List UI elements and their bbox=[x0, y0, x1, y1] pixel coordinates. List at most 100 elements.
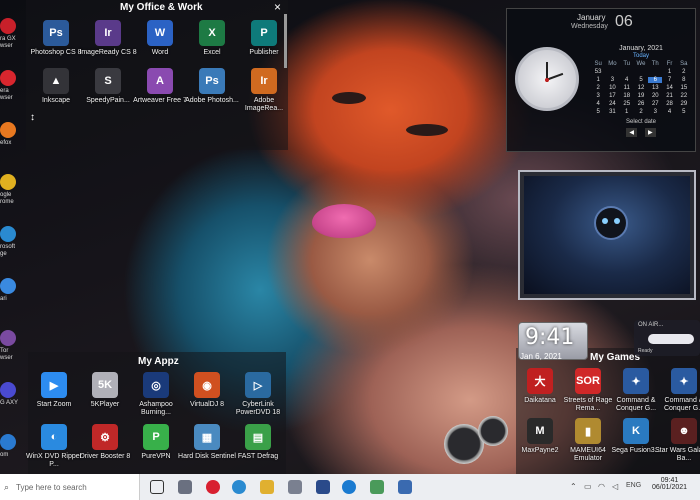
calendar-gadget: January Wednesday 06 January, 2021 Today… bbox=[506, 8, 696, 152]
taskbar-clock[interactable]: 09:41 06/01/2021 bbox=[652, 477, 687, 491]
office-app-0[interactable]: Ps Photoshop CS 8 bbox=[26, 20, 86, 57]
calendar-day-cell[interactable]: 15 bbox=[677, 85, 691, 91]
opera-icon[interactable] bbox=[206, 480, 220, 494]
calendar-day-cell[interactable] bbox=[620, 69, 634, 75]
task-view-icon[interactable] bbox=[150, 480, 164, 494]
calendar-day-cell[interactable]: 21 bbox=[662, 93, 676, 99]
photos-icon[interactable] bbox=[398, 480, 412, 494]
calendar-day-cell[interactable]: 1 bbox=[662, 69, 676, 75]
calendar-day-cell[interactable]: 4 bbox=[591, 101, 605, 107]
calendar-day-cell[interactable]: 31 bbox=[605, 109, 619, 115]
left-app-2[interactable]: efox bbox=[0, 122, 20, 147]
calendar-day-cell[interactable]: 14 bbox=[662, 85, 676, 91]
calendar-day-cell[interactable]: 5 bbox=[677, 109, 691, 115]
calendar-day-cell[interactable]: 4 bbox=[620, 77, 634, 83]
taskbar-app-icon[interactable] bbox=[178, 480, 192, 494]
left-app-0[interactable]: ra GX wser bbox=[0, 18, 20, 50]
calendar-day-cell[interactable]: 26 bbox=[634, 101, 648, 107]
calendar-day-cell[interactable]: 25 bbox=[620, 101, 634, 107]
office-app-0-label: Photoshop CS 8 bbox=[30, 49, 82, 56]
calendar-day-cell[interactable]: 13 bbox=[648, 85, 662, 91]
left-app-1[interactable]: era wser bbox=[0, 70, 20, 102]
edge-icon[interactable] bbox=[232, 480, 246, 494]
calendar-day-cell[interactable]: 8 bbox=[677, 77, 691, 83]
office-app-7[interactable]: A Artweaver Free 7 bbox=[130, 68, 190, 105]
left-app-4[interactable]: rosoft ge bbox=[0, 226, 20, 258]
office-app-9[interactable]: Ir Adobe ImageRea... bbox=[234, 68, 294, 113]
game-1-icon: SOR bbox=[575, 368, 601, 394]
calendar-day-cell[interactable]: 4 bbox=[662, 109, 676, 115]
volume-icon[interactable]: ◁ bbox=[612, 482, 618, 491]
select-date-label: Select date bbox=[625, 119, 657, 125]
settings-icon[interactable] bbox=[316, 480, 330, 494]
office-app-4[interactable]: P Publisher bbox=[234, 20, 294, 57]
calendar-day-cell[interactable] bbox=[634, 69, 648, 75]
calendar-day-cell[interactable]: 18 bbox=[620, 93, 634, 99]
language-icon[interactable]: ENG bbox=[626, 482, 641, 489]
file-explorer-icon[interactable] bbox=[260, 480, 274, 494]
calendar-day-cell[interactable]: 27 bbox=[648, 101, 662, 107]
resize-icon[interactable]: ↕ bbox=[30, 112, 35, 123]
calendar-day-cell[interactable]: 3 bbox=[648, 109, 662, 115]
left-app-3-label: ogle rome bbox=[0, 192, 14, 205]
left-app-7-icon bbox=[0, 382, 16, 398]
office-app-1[interactable]: Ir ImageReady CS 8 bbox=[78, 20, 138, 57]
wifi-icon[interactable]: ◠ bbox=[598, 482, 605, 491]
calendar-day-cell[interactable]: 19 bbox=[634, 93, 648, 99]
office-app-7-icon: A bbox=[147, 68, 173, 94]
calendar-day-cell[interactable]: 10 bbox=[605, 85, 619, 91]
calendar-day-cell[interactable]: 24 bbox=[605, 101, 619, 107]
office-app-6[interactable]: S SpeedyPain... bbox=[78, 68, 138, 105]
calendar-weekday-header: Th bbox=[651, 61, 659, 67]
calendar-day-cell[interactable]: 22 bbox=[677, 93, 691, 99]
calendar-day-cell[interactable] bbox=[605, 69, 619, 75]
calendar-day-cell[interactable]: 17 bbox=[605, 93, 619, 99]
left-app-3[interactable]: ogle rome bbox=[0, 174, 20, 206]
next-month-button[interactable]: ▶ bbox=[645, 128, 656, 137]
close-icon[interactable]: × bbox=[274, 0, 281, 14]
left-app-8[interactable]: om bbox=[0, 434, 20, 459]
left-app-5[interactable]: ari bbox=[0, 278, 20, 303]
calendar-day-cell[interactable]: 29 bbox=[677, 101, 691, 107]
office-app-3[interactable]: X Excel bbox=[182, 20, 242, 57]
calendar-day-cell[interactable]: 1 bbox=[620, 109, 634, 115]
network-icon[interactable] bbox=[342, 480, 356, 494]
battery-icon[interactable]: ▭ bbox=[584, 482, 592, 491]
left-app-7[interactable]: G AXY bbox=[0, 382, 20, 407]
appz-app-0-icon: ▶ bbox=[41, 372, 67, 398]
left-app-0-icon bbox=[0, 18, 16, 34]
wallpaper-lips bbox=[312, 204, 376, 238]
appz-app-9[interactable]: ▤ FAST Defrag bbox=[228, 424, 288, 461]
calendar-day-cell[interactable]: 20 bbox=[648, 93, 662, 99]
calendar-day-cell[interactable]: 2 bbox=[677, 69, 691, 75]
calendar-day-cell[interactable]: 7 bbox=[662, 77, 676, 83]
office-app-2[interactable]: W Word bbox=[130, 20, 190, 57]
office-app-5[interactable]: ▲ Inkscape bbox=[26, 68, 86, 105]
calendar-day-cell[interactable]: 53 bbox=[591, 69, 605, 75]
calendar-day-cell[interactable] bbox=[648, 69, 662, 75]
tray-up-icon[interactable]: ⌃ bbox=[570, 482, 577, 491]
calendar-day-cell[interactable]: 6 bbox=[648, 77, 663, 83]
left-app-6[interactable]: Tor wser bbox=[0, 330, 20, 362]
office-app-8[interactable]: Ps Adobe Photosh... bbox=[182, 68, 242, 105]
today-link[interactable]: Today bbox=[591, 53, 691, 59]
calendar-day-cell[interactable]: 2 bbox=[591, 85, 605, 91]
calendar-day-cell[interactable]: 3 bbox=[591, 93, 605, 99]
store-icon[interactable] bbox=[288, 480, 302, 494]
calendar-day-cell[interactable]: 2 bbox=[634, 109, 648, 115]
calendar-day-cell[interactable]: 28 bbox=[662, 101, 676, 107]
prev-month-button[interactable]: ◀ bbox=[626, 128, 637, 137]
calendar-day-cell[interactable]: 11 bbox=[620, 85, 634, 91]
calendar-day-cell[interactable]: 5 bbox=[634, 77, 648, 83]
search-box[interactable]: ⌕ Type here to search bbox=[0, 474, 140, 500]
game-7[interactable]: ☻ Star Wars Galactic Ba... bbox=[654, 418, 700, 463]
photo-frame-gadget[interactable] bbox=[518, 170, 696, 300]
calendar-day-cell[interactable]: 1 bbox=[591, 77, 605, 83]
calendar-day-cell[interactable]: 12 bbox=[634, 85, 648, 91]
mail-icon[interactable] bbox=[370, 480, 384, 494]
calendar-day-cell[interactable]: 3 bbox=[605, 77, 619, 83]
on-air-gadget[interactable]: ON AIR... Ready bbox=[634, 320, 700, 356]
game-3[interactable]: ✦ Command & Conquer G... bbox=[654, 368, 700, 413]
appz-app-4[interactable]: ▷ CyberLink PowerDVD 18 bbox=[228, 372, 288, 417]
calendar-day-cell[interactable]: 5 bbox=[591, 109, 605, 115]
